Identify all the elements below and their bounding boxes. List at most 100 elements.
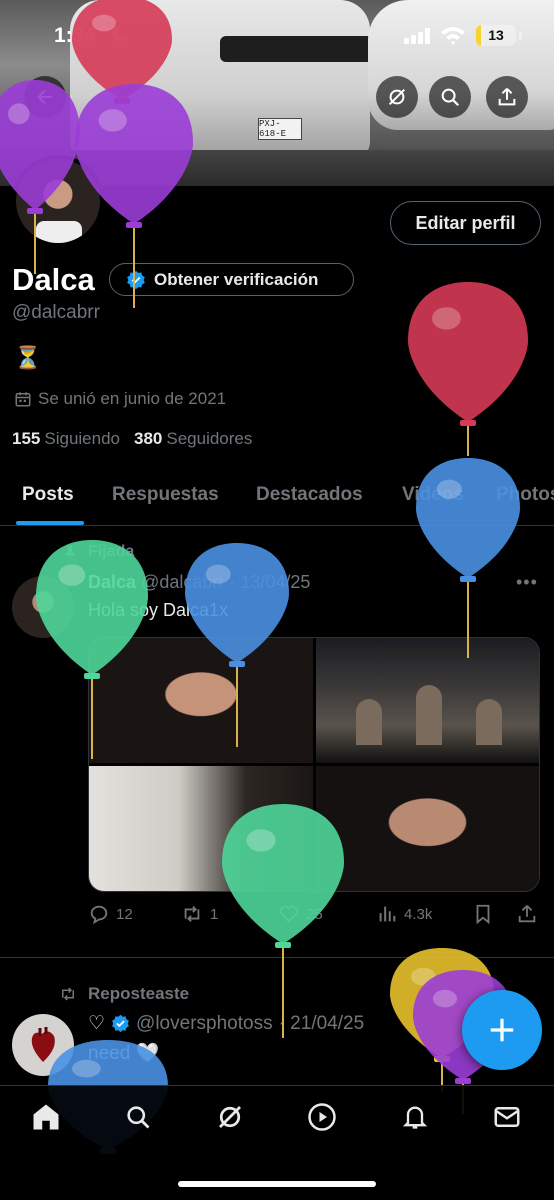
bookmark-button[interactable]: [472, 903, 494, 925]
profile-tabs: Posts Respuestas Destacados Videos Photo…: [0, 466, 554, 526]
plus-icon: [490, 1018, 514, 1042]
nav-home[interactable]: [26, 1099, 66, 1135]
post-share-button[interactable]: [516, 903, 538, 925]
joined-label: Se unió en junio de 2021: [38, 389, 227, 408]
profile-avatar[interactable]: [12, 155, 104, 247]
status-bar: 1:34 13: [0, 0, 554, 70]
share-button[interactable]: [486, 76, 528, 118]
balloon-icon: [408, 282, 528, 456]
status-time: 1:34: [54, 24, 97, 47]
post-actions: 12 1 25 4.3k: [88, 903, 540, 931]
home-indicator: [178, 1181, 376, 1187]
joined-date: Se unió en junio de 2021: [14, 389, 226, 409]
like-button[interactable]: 25: [278, 903, 323, 925]
bookmark-icon: [476, 904, 490, 925]
heart-icon: [279, 905, 299, 923]
profile-handle: @dalcabrr: [12, 302, 100, 323]
post-more-button[interactable]: •••: [516, 572, 538, 593]
post-date: · 21/04/25: [278, 1012, 365, 1034]
calendar-icon: [15, 392, 31, 407]
church-arch: [355, 699, 382, 745]
pin-icon: [65, 545, 75, 560]
avatar-shirt: [36, 221, 82, 243]
share-icon: [498, 88, 516, 106]
reply-button[interactable]: 12: [88, 903, 133, 925]
post-divider: [0, 957, 554, 958]
post-meta: @dalcabrr · 13/04/25: [141, 572, 311, 592]
views-button[interactable]: 4.3k: [376, 903, 432, 925]
tab-posts[interactable]: Posts: [22, 484, 74, 506]
following-count: 155: [12, 429, 41, 448]
pinned-label-text: Fijada: [88, 543, 135, 560]
tab-replies[interactable]: Respuestas: [112, 484, 219, 506]
heart-outline-icon: ♡: [88, 1013, 106, 1034]
post-photo[interactable]: [89, 638, 313, 763]
nav-notifications[interactable]: [395, 1099, 435, 1135]
wifi-icon: [441, 27, 465, 45]
battery-indicator: 13: [476, 25, 516, 46]
followers-link[interactable]: 380 Seguidores: [134, 429, 252, 449]
moon-icon: [112, 26, 127, 42]
verified-badge-icon: [127, 270, 145, 289]
play-icon: [308, 1103, 336, 1131]
post-header: Dalca @dalcabrr · 13/04/25: [88, 572, 310, 593]
grok-button[interactable]: [376, 76, 418, 118]
grok-icon: [388, 88, 406, 106]
post-author-handle[interactable]: @loversphotoss: [136, 1013, 273, 1035]
views-icon: [379, 906, 396, 922]
repost-icon: [184, 906, 200, 922]
repost-icon: [62, 987, 74, 1001]
pinned-label: Fijada: [62, 543, 134, 561]
arrow-left-icon: [37, 89, 53, 105]
back-button[interactable]: [24, 76, 66, 118]
get-verified-button[interactable]: Obtener verificación: [109, 263, 354, 296]
share-icon: [518, 905, 536, 923]
home-icon: [33, 1104, 59, 1130]
post-photo[interactable]: [315, 638, 539, 763]
battery-percent: 13: [488, 27, 504, 43]
followers-label: Seguidores: [166, 429, 253, 448]
post-media-grid: [88, 637, 540, 892]
heart-icon: [31, 1027, 55, 1062]
cellular-signal-icon: [404, 28, 430, 44]
following-link[interactable]: 155 Siguiendo: [12, 429, 120, 449]
nav-grok[interactable]: [210, 1099, 250, 1135]
profile-bio: ⏳: [14, 345, 42, 370]
following-label: Siguiendo: [44, 429, 120, 448]
follow-stats: 155 Siguiendo 380 Seguidores: [12, 429, 252, 449]
repost-count: 1: [210, 905, 219, 923]
active-tab-indicator: [16, 521, 84, 525]
search-button[interactable]: [429, 76, 471, 118]
nav-messages[interactable]: [487, 1099, 527, 1135]
post-author[interactable]: Dalca: [88, 572, 136, 592]
repost-button[interactable]: 1: [180, 903, 218, 925]
battery-cap: [519, 32, 522, 40]
balloon-decoration: [408, 282, 528, 460]
repost-label: Reposteaste: [58, 984, 189, 1004]
views-count: 4.3k: [404, 905, 433, 923]
profile-display-name: Dalca: [12, 262, 95, 297]
nav-video[interactable]: [302, 1099, 342, 1135]
post-photo[interactable]: [315, 766, 539, 891]
reply-count: 12: [116, 905, 133, 923]
post-photo[interactable]: [89, 766, 313, 891]
tab-photos[interactable]: Photos: [496, 484, 554, 506]
search-icon: [441, 88, 460, 107]
church-arch: [475, 699, 502, 745]
bell-icon: [402, 1106, 428, 1129]
reply-icon: [90, 905, 108, 925]
tab-videos[interactable]: Videos: [402, 484, 464, 506]
like-count: 25: [306, 905, 323, 923]
nav-search[interactable]: [118, 1099, 158, 1135]
edit-profile-button[interactable]: Editar perfil: [390, 201, 541, 245]
compose-button[interactable]: [462, 990, 542, 1070]
post-header: ♡ @loversphotoss · 21/04/25: [88, 1012, 364, 1035]
banner-license-plate: PXJ-618-E: [258, 118, 302, 140]
post-text: Hola soy Dalca1x: [88, 600, 229, 620]
followers-count: 380: [134, 429, 163, 448]
tab-highlights[interactable]: Destacados: [256, 484, 363, 506]
verified-badge-icon: [112, 1014, 129, 1033]
repost-label-text: Reposteaste: [88, 984, 190, 1003]
post-avatar[interactable]: [12, 576, 74, 638]
post-avatar[interactable]: [12, 1014, 74, 1076]
